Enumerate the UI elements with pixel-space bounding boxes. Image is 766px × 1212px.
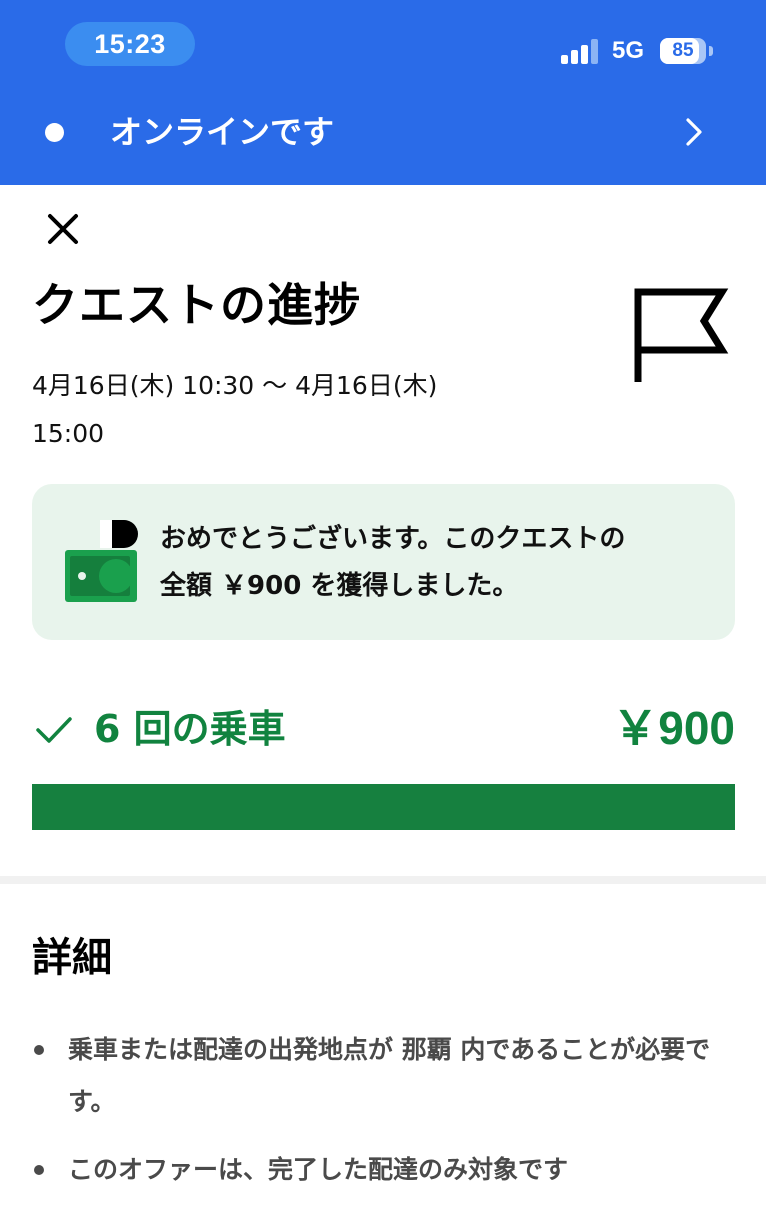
bullet-icon <box>34 1165 44 1175</box>
page-title: クエストの進捗 <box>32 278 361 332</box>
online-indicator-dot <box>45 123 64 142</box>
battery-level: 85 <box>672 40 694 61</box>
signal-strength-icon <box>561 38 601 64</box>
progress-label: 6 回の乗車 <box>94 707 286 751</box>
check-icon <box>36 717 72 743</box>
bullet-icon <box>34 1045 44 1055</box>
online-status-label: オンラインです <box>110 113 335 151</box>
online-status-banner[interactable]: オンラインです <box>0 100 766 164</box>
details-item-text: このオファーは、完了した配達のみ対象です <box>68 1155 569 1184</box>
quest-period-end: 15:00 <box>32 419 105 448</box>
congratulations-card: おめでとうございます。このクエストの 全額 ￥900 を獲得しました。 <box>32 484 735 640</box>
section-divider <box>0 876 766 884</box>
progress-bar <box>32 784 735 830</box>
chevron-right-icon[interactable] <box>676 114 712 150</box>
status-time: 15:23 <box>65 22 195 66</box>
quest-period: 4月16日(木) 10:30 〜 4月16日(木) 15:00 <box>32 362 552 458</box>
progress-bar-fill <box>32 784 735 830</box>
close-icon[interactable] <box>40 206 86 252</box>
details-item-text: 乗車または配達の出発地点が 那覇 内であることが必要です。 <box>68 1035 711 1116</box>
network-type: 5G <box>612 37 645 64</box>
top-header: 15:23 5G 85 オンラインです <box>0 0 766 185</box>
list-item: 乗車または配達の出発地点が 那覇 内であることが必要です。 <box>32 1024 742 1128</box>
congratulations-message: おめでとうございます。このクエストの 全額 ￥900 を獲得しました。 <box>160 516 708 610</box>
battery-tip <box>709 46 713 56</box>
quest-period-start: 4月16日(木) 10:30 〜 4月16日(木) <box>32 371 438 400</box>
battery-icon: 85 <box>660 38 706 64</box>
progress-amount: ￥900 <box>612 702 735 754</box>
money-icon <box>65 520 138 602</box>
details-list: 乗車または配達の出発地点が 那覇 内であることが必要です。 このオファーは、完了… <box>32 1024 742 1212</box>
congratulations-line-2: 全額 ￥900 を獲得しました。 <box>160 571 519 601</box>
congratulations-line-1: おめでとうございます。このクエストの <box>160 524 626 554</box>
details-heading: 詳細 <box>32 935 112 981</box>
status-bar: 15:23 5G 85 <box>0 0 766 92</box>
flag-icon <box>634 288 729 382</box>
list-item: このオファーは、完了した配達のみ対象です <box>32 1144 742 1196</box>
